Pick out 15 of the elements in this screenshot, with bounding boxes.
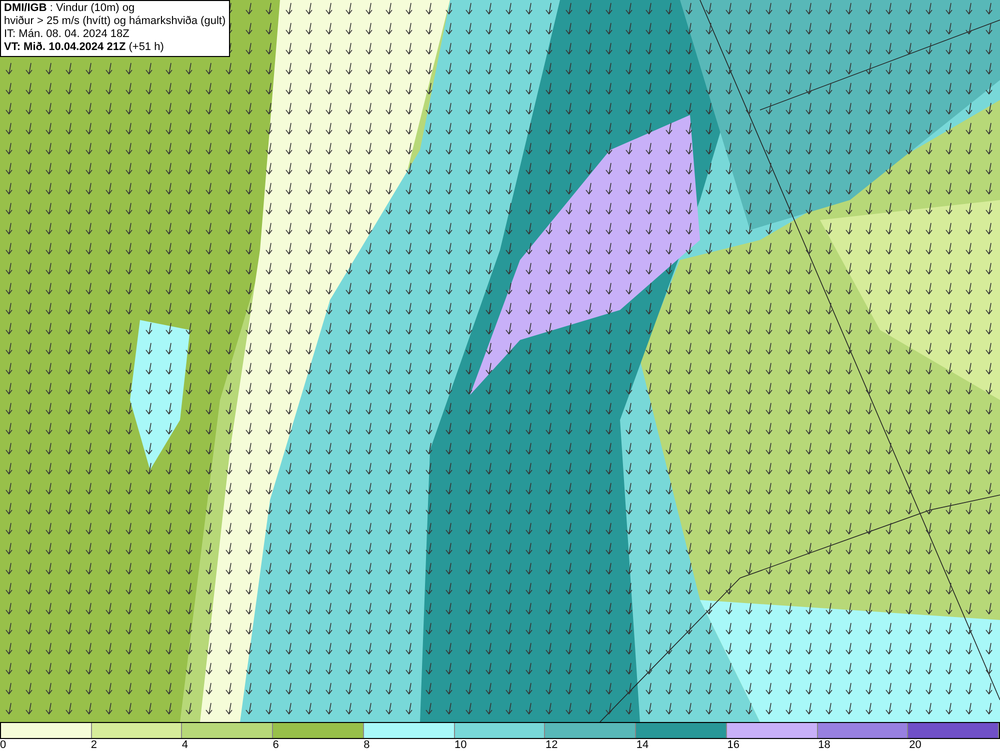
scale-label: 10 [454,739,467,752]
scale-label: 20 [909,739,922,752]
scale-label: 6 [272,739,279,752]
info-text: DMI/IGB : Vindur (10m) og [4,2,136,15]
info-text: hviður > 25 m/s (hvítt) og hámarkshviða (gult) [4,15,226,28]
scale-label: 8 [364,739,370,752]
scale-label: 18 [818,739,830,752]
scale-label: 12 [545,739,558,752]
scale-label: 2 [90,739,98,752]
scale-label: 4 [182,739,188,752]
info-text: IT: Mán. 08. 04. 2024 18Z [4,28,130,41]
scale-label: 0 [0,739,6,752]
scale-label: 14 [636,739,649,752]
scale-label: 16 [727,739,740,752]
info-text: VT: Mið. 10.04.2024 21Z (+51 h) [4,41,165,54]
